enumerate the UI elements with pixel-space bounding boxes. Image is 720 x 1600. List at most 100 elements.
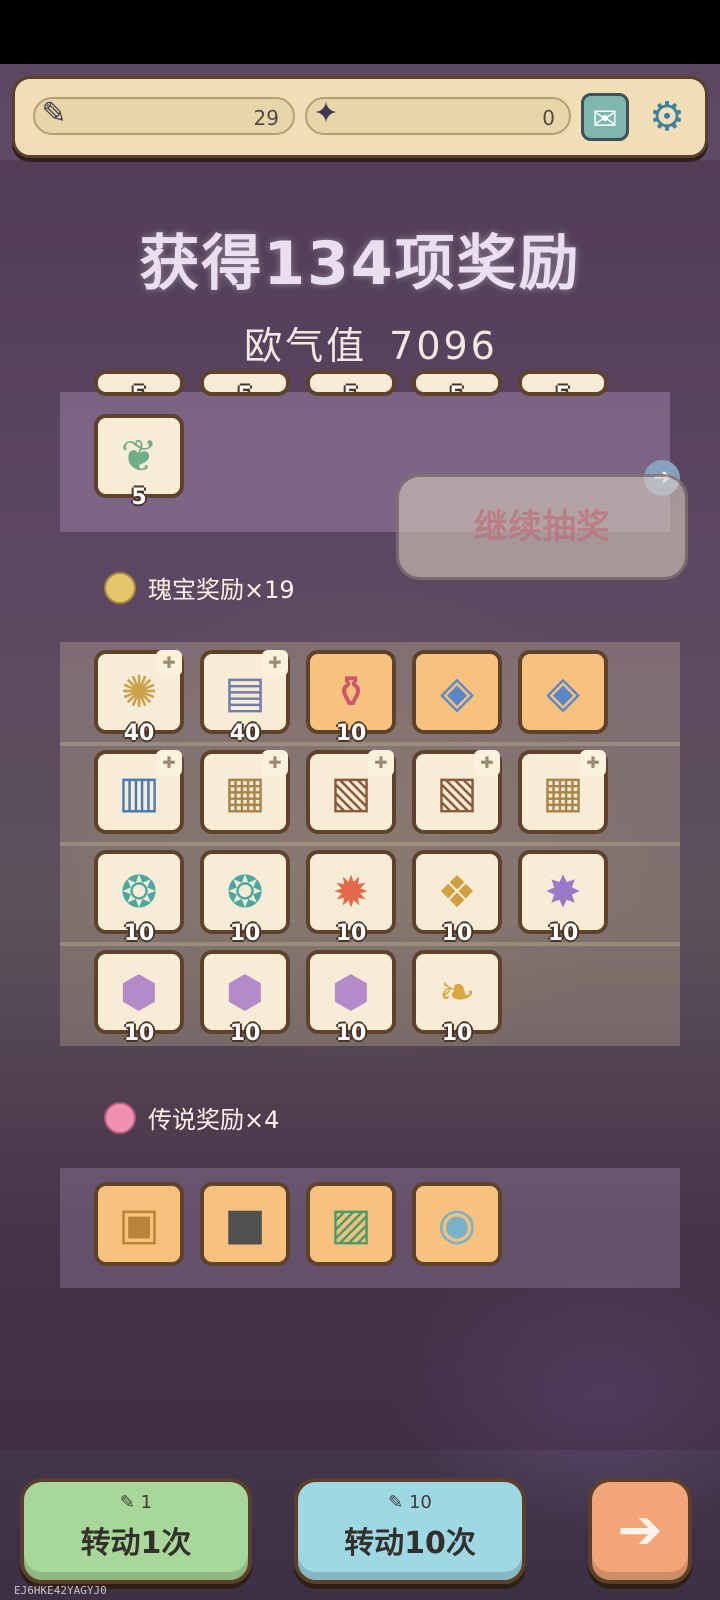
story-book-icon: ▦ xyxy=(542,766,584,818)
reward-item[interactable]: ❂ 10 xyxy=(200,850,290,946)
spin-ten-cost-value: 10 xyxy=(408,1492,432,1513)
build-tag: EJ6HKE42YAGYJ0 xyxy=(14,1584,107,1597)
status-bar xyxy=(0,0,720,64)
reward-item[interactable]: ✺ ✚ 40 xyxy=(94,650,184,746)
item-count: 10 xyxy=(335,921,367,946)
reward-item[interactable]: ■ xyxy=(200,1182,290,1266)
continue-draw-button[interactable]: 继续抽奖 xyxy=(396,474,688,580)
luck-label: 欧气值 xyxy=(244,324,368,368)
story-book-icon: ▦ xyxy=(224,766,266,818)
gold-feather-icon: ❧ xyxy=(438,966,476,1018)
item-count: 10 xyxy=(335,721,367,746)
item-count: 40 xyxy=(123,721,155,746)
reward-item: 5 xyxy=(306,370,396,396)
reward-item[interactable]: ▧ ✚ xyxy=(412,750,502,834)
puzzle-piece-icon: ✚ xyxy=(262,750,288,776)
puzzle-piece-icon: ✚ xyxy=(156,750,182,776)
puzzle-piece-icon: ✚ xyxy=(368,750,394,776)
mail-icon[interactable]: ✉ xyxy=(581,93,629,141)
fragment-count: 0 xyxy=(542,106,555,130)
fire-gem-icon: ✹ xyxy=(332,866,370,918)
spin-ten-button[interactable]: ✎ 10 转动10次 xyxy=(294,1478,526,1584)
puzzle-piece-icon: ✚ xyxy=(156,650,182,676)
ticket-count: 29 xyxy=(253,106,279,130)
item-count: 10 xyxy=(123,1021,155,1046)
green-book-icon: ▨ xyxy=(330,1198,372,1250)
reward-item[interactable]: ❂ 10 xyxy=(94,850,184,946)
reward-item: 5 xyxy=(412,370,502,396)
reward-item[interactable]: ⬢ 10 xyxy=(200,950,290,1046)
reward-item[interactable]: ▣ xyxy=(94,1182,184,1266)
reward-item[interactable]: ◈ xyxy=(412,650,502,734)
item-count: 5 xyxy=(131,485,147,510)
brown-book-icon: ▧ xyxy=(436,766,478,818)
item-count: 10 xyxy=(229,1021,261,1046)
item-count: 10 xyxy=(547,921,579,946)
spin-once-button[interactable]: ✎ 1 转动1次 xyxy=(20,1478,252,1584)
reward-item[interactable]: ✸ 10 xyxy=(518,850,608,946)
luck-value-line: 欧气值 7096 xyxy=(0,315,720,370)
reward-item[interactable]: ◉ xyxy=(412,1182,502,1266)
arrow-right-icon: ➔ xyxy=(617,1498,663,1561)
reward-item: 5 xyxy=(518,370,608,396)
treasure-section-header: 瑰宝奖励×19 xyxy=(104,570,295,605)
blue-crystal-icon: ◈ xyxy=(546,666,580,718)
golden-globe-icon: ✺ xyxy=(120,666,158,718)
gear-icon[interactable]: ⚙ xyxy=(643,93,691,141)
purple-rune-icon: ⬢ xyxy=(331,966,371,1018)
gold-shard-icon: ❖ xyxy=(437,866,477,918)
reward-item[interactable]: ▤ ✚ 40 xyxy=(200,650,290,746)
reward-title: 获得134项奖励 xyxy=(139,229,581,299)
brown-book-icon: ▧ xyxy=(330,766,372,818)
treasure-icon xyxy=(104,571,136,604)
item-count: 10 xyxy=(229,921,261,946)
spin-once-cost: ✎ 1 xyxy=(119,1492,153,1513)
tome-icon: ▣ xyxy=(118,1198,160,1250)
item-count: 10 xyxy=(335,1021,367,1046)
item-count: 5 xyxy=(343,383,359,396)
reward-item[interactable]: ▧ ✚ xyxy=(306,750,396,834)
reward-item[interactable]: ▦ ✚ xyxy=(518,750,608,834)
resource-bar: ✎ 29 ✦ 0 ✉ ⚙ xyxy=(12,76,708,158)
blue-book-icon: ▥ xyxy=(118,766,160,818)
black-box-icon: ■ xyxy=(224,1198,266,1250)
purple-rune-icon: ⬢ xyxy=(119,966,159,1018)
spin-once-cost-value: 1 xyxy=(140,1492,153,1513)
crystal-ball-icon: ◉ xyxy=(437,1198,477,1250)
item-count: 40 xyxy=(229,721,261,746)
purple-rune-icon: ⬢ xyxy=(225,966,265,1018)
teal-orb-icon: ❂ xyxy=(120,866,158,918)
spin-once-label: 转动1次 xyxy=(80,1526,192,1561)
spin-ten-cost: ✎ 10 xyxy=(388,1492,432,1513)
puzzle-piece-icon: ✚ xyxy=(580,750,606,776)
reward-item: 5 xyxy=(94,370,184,396)
legend-section-label: 传说奖励×4 xyxy=(148,1106,280,1134)
next-button[interactable]: ➔ xyxy=(588,1478,692,1584)
open-book-icon: ▤ xyxy=(224,666,266,718)
reward-item[interactable]: ❧ 10 xyxy=(412,950,502,1046)
reward-item[interactable]: ⬢ 10 xyxy=(306,950,396,1046)
item-count: 10 xyxy=(441,921,473,946)
reward-item[interactable]: ▨ xyxy=(306,1182,396,1266)
reward-item: 5 xyxy=(200,370,290,396)
potion-icon: ⚱ xyxy=(332,666,370,718)
summon-ticket-icon: ✎ xyxy=(41,96,67,131)
reward-item[interactable]: ❦ 5 xyxy=(94,414,184,510)
reward-item[interactable]: ◈ xyxy=(518,650,608,734)
fragment-icon: ✦ xyxy=(313,96,339,131)
reward-item[interactable]: ▥ ✚ xyxy=(94,750,184,834)
item-count: 10 xyxy=(123,921,155,946)
legend-section-header: 传说奖励×4 xyxy=(104,1100,279,1135)
reward-item[interactable]: ▦ ✚ xyxy=(200,750,290,834)
green-crystal-icon: ❦ xyxy=(120,430,158,482)
item-count: 10 xyxy=(441,1021,473,1046)
reward-item[interactable]: ⬢ 10 xyxy=(94,950,184,1046)
reward-item[interactable]: ✹ 10 xyxy=(306,850,396,946)
reward-item[interactable]: ⚱ 10 xyxy=(306,650,396,746)
item-count: 5 xyxy=(449,383,465,396)
puzzle-piece-icon: ✚ xyxy=(474,750,500,776)
blue-crystal-icon: ◈ xyxy=(440,666,474,718)
reward-item[interactable]: ❖ 10 xyxy=(412,850,502,946)
fragment-counter: ✦ 0 xyxy=(305,96,571,135)
legend-icon xyxy=(104,1101,136,1134)
